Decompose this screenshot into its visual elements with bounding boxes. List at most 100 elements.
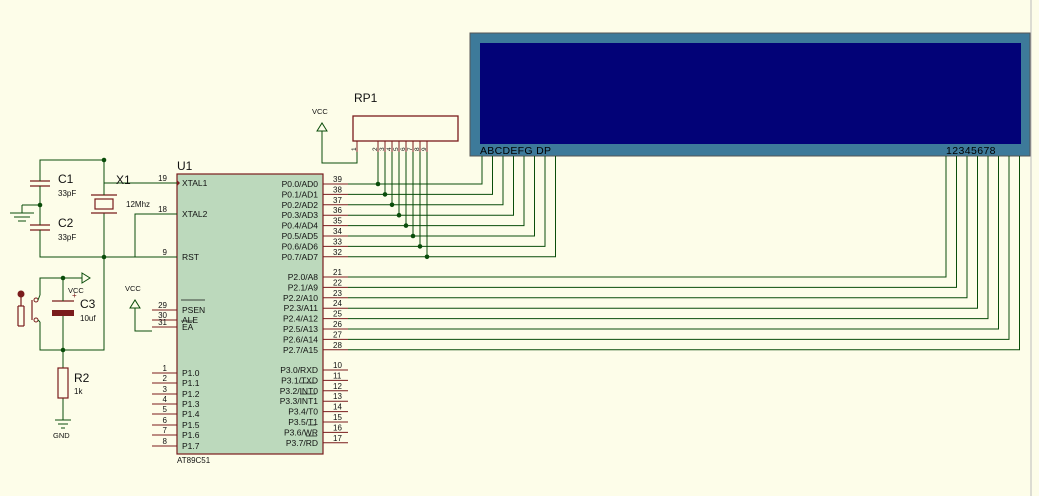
vcc-label: VCC (125, 284, 141, 293)
rp1-pin-number: 5 (393, 147, 400, 151)
pin-number: 19 (158, 174, 167, 183)
display-screen (480, 43, 1021, 144)
x1-value: 12Mhz (126, 200, 150, 209)
pin-name: P2.3/A11 (284, 303, 319, 313)
c3-ref: C3 (80, 297, 96, 311)
pin-number: 2 (163, 374, 168, 383)
pin-name: P2.1/A9 (288, 282, 319, 292)
pin-number: 1 (163, 364, 168, 373)
pin-name: P2.5/A13 (283, 324, 318, 334)
pin-number: 36 (333, 206, 342, 215)
pin-number: 13 (333, 392, 342, 401)
r2-ref: R2 (74, 371, 90, 385)
pin-number: 31 (158, 318, 167, 327)
pin-name: XTAL1 (182, 178, 208, 188)
pin-name: P0.6/AD6 (282, 241, 319, 251)
capacitor-c2[interactable]: C2 33pF (30, 216, 76, 250)
rp1-pin-number: 1 (351, 147, 358, 151)
pin-name: P2.2/A10 (283, 293, 318, 303)
pin-number: 29 (158, 301, 167, 310)
ground-symbol-reset (55, 419, 71, 429)
rp1-pin-number: 3 (379, 147, 386, 151)
c1-ref: C1 (58, 172, 74, 186)
gnd-label: GND (53, 431, 70, 440)
c3-value: 10uf (80, 314, 96, 323)
pin-name: P1.4 (182, 409, 200, 419)
pin-number: 16 (333, 423, 342, 432)
pin-name: P3.1/TXD (281, 375, 318, 385)
pin-name: PSEN (182, 305, 205, 315)
pin-name: P2.4/A12 (283, 314, 318, 324)
pin-number: 35 (333, 217, 342, 226)
rp1-ref: RP1 (354, 91, 378, 105)
rp1-pin-number: 2 (372, 147, 379, 151)
resistor-r2[interactable]: R2 1k (57, 367, 90, 399)
port0-segment-wires (348, 156, 556, 258)
pin-name: P0.2/AD2 (282, 200, 319, 210)
pin-name: P1.6 (182, 430, 200, 440)
pin-number: 5 (163, 405, 168, 414)
rp1-pin-number: 6 (400, 147, 407, 151)
pin-name: P3.0/RXD (280, 365, 318, 375)
pin-name: P3.3/INT1 (280, 396, 319, 406)
svg-text:+: + (72, 291, 77, 300)
r2-value: 1k (74, 387, 83, 396)
rp1-pin-number: 7 (407, 147, 414, 151)
pin-name: P0.7/AD7 (282, 252, 319, 262)
reset-pushbutton[interactable] (17, 290, 41, 327)
u1-right-pins: 39 P0.0/AD0 38 P0.1/AD1 37 P0.2/AD2 36 P0.3/AD3… (280, 175, 348, 448)
display-segment-label: ABCDEFG DP (480, 145, 551, 157)
pin-name: P0.3/AD3 (282, 210, 319, 220)
led-display[interactable]: ABCDEFG DP 12345678 (469, 32, 1031, 157)
pin-name: P2.7/A15 (283, 345, 318, 355)
pin-number: 25 (333, 310, 342, 319)
pin-name: P1.7 (182, 441, 200, 451)
pin-name: P0.4/AD4 (282, 221, 319, 231)
schematic-canvas: ABCDEFG DP 12345678 RP1 123456789 VCC U1… (10, 0, 1032, 496)
pin-name: EA (182, 322, 194, 332)
pin-number: 32 (333, 248, 342, 257)
c2-ref: C2 (58, 216, 74, 230)
c2-value: 33pF (58, 233, 76, 242)
port2-digit-wires (348, 156, 1020, 351)
pin-number: 39 (333, 175, 342, 184)
pin-number: 4 (163, 395, 168, 404)
pin-number: 14 (333, 403, 342, 412)
pin-name: XTAL2 (182, 209, 208, 219)
pin-number: 11 (333, 371, 342, 380)
c1-value: 33pF (58, 189, 76, 198)
pin-number: 28 (333, 341, 342, 350)
pin-number: 10 (333, 361, 342, 370)
pin-name: P1.3 (182, 399, 200, 409)
rp1-body (352, 115, 459, 142)
microcontroller-u1[interactable]: U1 AT89C51 19 XTAL118 XTAL29 RST29 PSEN30 ALE… (152, 159, 348, 465)
pin-number: 27 (333, 330, 342, 339)
vcc-symbol-ea: VCC (125, 284, 152, 332)
reset-circuit[interactable]: VCC + C3 10uf R2 1k GND (17, 256, 178, 440)
pin-name: P1.0 (182, 368, 200, 378)
pin-number: 3 (163, 385, 168, 394)
pin-number: 34 (333, 227, 342, 236)
pin-number: 23 (333, 289, 342, 298)
u1-part: AT89C51 (177, 456, 211, 465)
crystal-x1[interactable]: X1 12Mhz (91, 173, 150, 214)
pin-number: 22 (333, 278, 342, 287)
pullup-wires (375, 152, 430, 260)
capacitor-c3[interactable]: + C3 10uf (52, 291, 96, 323)
pin-number: 38 (333, 185, 342, 194)
pin-number: 33 (333, 237, 342, 246)
pin-name: P0.1/AD1 (282, 189, 319, 199)
display-digit-label: 12345678 (946, 145, 996, 157)
oscillator-circuit[interactable]: C1 33pF C2 33pF X1 12Mhz (10, 157, 177, 260)
pin-name: P2.6/A14 (283, 334, 318, 344)
pin-name: RST (182, 252, 199, 262)
pin-name: P2.0/A8 (288, 272, 319, 282)
pin-number: 24 (333, 299, 342, 308)
x1-ref: X1 (116, 173, 131, 187)
pin-number: 26 (333, 320, 342, 329)
pin-number: 9 (163, 248, 168, 257)
rp1-pin-number: 9 (421, 147, 428, 151)
capacitor-c1[interactable]: C1 33pF (30, 167, 76, 198)
pin-name: P3.5/T1 (288, 417, 318, 427)
pin-name: P3.7/RD (286, 438, 318, 448)
